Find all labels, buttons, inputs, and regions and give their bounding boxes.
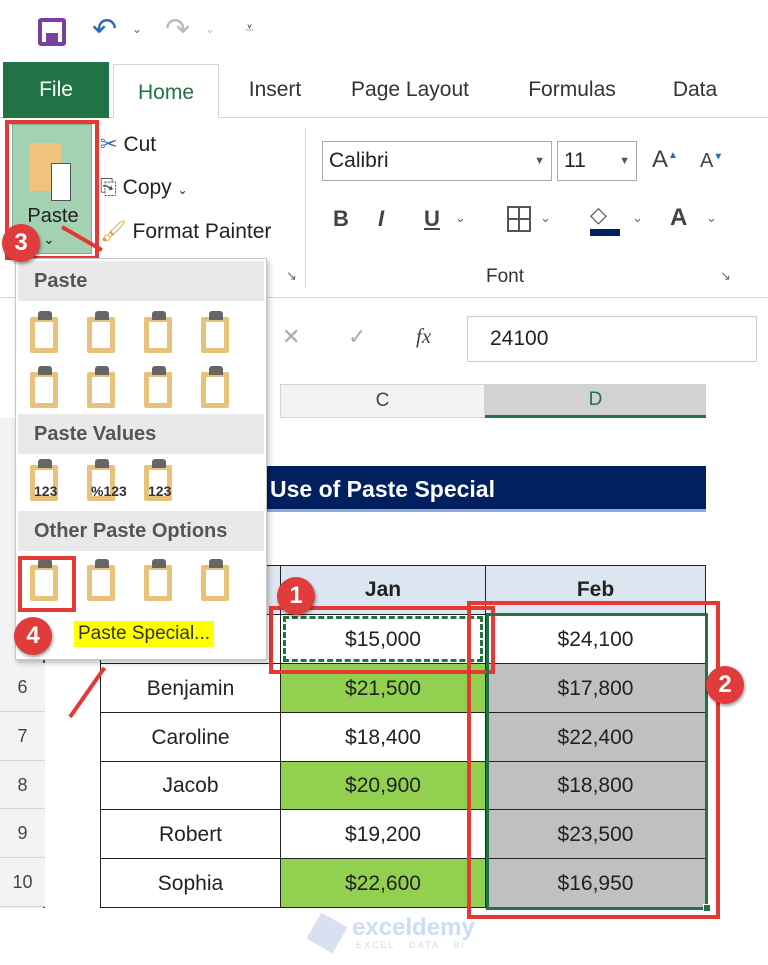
cell-jan[interactable]: $18,400	[280, 712, 486, 762]
font-launcher-icon[interactable]: ↘	[720, 268, 731, 284]
chevron-down-icon[interactable]: ⌄	[632, 210, 643, 226]
keep-column-widths-icon[interactable]	[85, 366, 125, 410]
chevron-down-icon[interactable]: ⌄	[706, 210, 717, 226]
transpose-icon[interactable]	[142, 366, 182, 410]
cell-name[interactable]: Robert	[100, 809, 281, 859]
chevron-down-icon[interactable]: ⌄	[455, 210, 466, 226]
chevron-down-icon[interactable]: ⌄	[178, 183, 188, 197]
row-header-8[interactable]: 8	[0, 761, 45, 809]
formulas-number-format-icon[interactable]	[142, 311, 182, 355]
undo-dropdown-icon[interactable]: ⌄	[132, 22, 142, 36]
copy-button[interactable]: ⎘ Copy ⌄	[100, 176, 188, 200]
linked-picture-icon[interactable]	[199, 559, 239, 603]
tab-formulas[interactable]: Formulas	[512, 62, 632, 118]
bold-button[interactable]: B	[333, 206, 349, 232]
format-painter-label: Format Painter	[132, 220, 272, 243]
section-paste-values: Paste Values	[18, 414, 264, 454]
cell-name[interactable]: Caroline	[100, 712, 281, 762]
cell-name[interactable]: Jacob	[100, 761, 281, 810]
font-name-dropdown[interactable]: Calibri ▼	[322, 141, 552, 181]
cut-button[interactable]: ✂ Cut	[100, 132, 156, 157]
font-color-button[interactable]: A	[670, 204, 687, 232]
undo-icon[interactable]: ↶	[92, 12, 117, 47]
group-divider	[305, 128, 306, 288]
paste-values-icon[interactable]: 123	[28, 459, 68, 503]
row-header-6[interactable]: 6	[0, 663, 45, 712]
tab-file[interactable]: File	[3, 62, 109, 118]
italic-button[interactable]: I	[378, 206, 384, 232]
step-badge-3: 3	[2, 224, 40, 262]
fill-color-icon[interactable]: ◇	[590, 202, 622, 236]
copy-icon: ⎘	[100, 176, 117, 199]
font-name-value: Calibri	[329, 149, 389, 172]
dropdown-arrow-icon: ▼	[619, 155, 630, 167]
no-borders-icon[interactable]	[28, 366, 68, 410]
cell-name[interactable]: Sophia	[100, 858, 281, 908]
underline-button[interactable]: U	[424, 206, 440, 232]
shrink-font-button[interactable]: A▼	[700, 150, 723, 173]
highlight-destination	[467, 601, 720, 919]
formulas-icon[interactable]	[85, 311, 125, 355]
sheet-title-text: Use of Paste Special	[270, 476, 495, 502]
paste-special-menu-item[interactable]: Paste Special...	[74, 621, 215, 647]
clipboard-launcher-icon[interactable]: ↘	[286, 268, 297, 284]
cell-jan[interactable]: $19,200	[280, 809, 486, 859]
section-paste: Paste	[18, 261, 264, 301]
cancel-icon[interactable]: ✕	[282, 324, 300, 350]
font-group-label: Font	[486, 266, 525, 287]
borders-icon[interactable]	[507, 206, 531, 232]
paste-link-icon[interactable]	[85, 559, 125, 603]
row-header-9[interactable]: 9	[0, 809, 45, 858]
section-other-paste-options: Other Paste Options	[18, 511, 264, 551]
chevron-down-icon[interactable]: ⌄	[540, 210, 551, 226]
tab-page-layout[interactable]: Page Layout	[340, 62, 480, 118]
keep-source-formatting-icon[interactable]	[199, 311, 239, 355]
tab-data[interactable]: Data	[660, 62, 730, 118]
font-size-dropdown[interactable]: 11 ▼	[557, 141, 637, 181]
cut-label: Cut	[123, 133, 157, 156]
cell-jan[interactable]: $20,900	[280, 761, 486, 810]
column-header-d[interactable]: D	[485, 384, 706, 418]
step-badge-2: 2	[706, 666, 744, 704]
highlight-source	[269, 606, 495, 674]
font-size-value: 11	[564, 149, 586, 172]
formula-input[interactable]: 24100	[467, 316, 757, 362]
enter-icon[interactable]: ✓	[348, 324, 366, 350]
cell-name[interactable]: Benjamin	[100, 663, 281, 713]
step-badge-4: 4	[14, 617, 52, 655]
tab-home[interactable]: Home	[113, 64, 219, 119]
redo-icon[interactable]: ↷	[165, 12, 190, 47]
step-badge-1: 1	[277, 577, 315, 615]
column-header-c[interactable]: C	[280, 384, 485, 418]
copy-label: Copy	[122, 176, 172, 199]
save-icon[interactable]	[38, 18, 66, 46]
highlight-formatting-option	[18, 556, 76, 612]
brush-icon: 🖌	[100, 220, 127, 243]
grow-font-button[interactable]: A▲	[652, 146, 678, 174]
paste-values-icon[interactable]: 123	[142, 459, 182, 503]
merge-conditional-formatting-icon[interactable]	[199, 366, 239, 410]
picture-icon[interactable]	[142, 559, 182, 603]
row-header-10[interactable]: 10	[0, 858, 45, 907]
tab-insert[interactable]: Insert	[230, 62, 320, 118]
redo-dropdown-icon[interactable]: ⌄	[205, 22, 215, 36]
insert-function-icon[interactable]: fx	[416, 324, 431, 349]
paste-values-icon[interactable]: %123	[85, 459, 127, 503]
scissors-icon: ✂	[100, 133, 118, 156]
cell-jan[interactable]: $22,600	[280, 858, 486, 908]
paste-icon[interactable]	[28, 311, 68, 355]
quick-access-toolbar: ↶ ⌄ ↷ ⌄ ⩡	[0, 0, 768, 62]
formula-value: 24100	[490, 327, 549, 350]
ribbon-tabs: File Home Insert Page Layout Formulas Da…	[0, 62, 768, 119]
dropdown-arrow-icon: ▼	[534, 155, 545, 167]
customize-icon[interactable]: ⩡	[245, 20, 254, 38]
format-painter-button[interactable]: 🖌 Format Painter	[100, 220, 271, 244]
row-header-7[interactable]: 7	[0, 712, 45, 761]
